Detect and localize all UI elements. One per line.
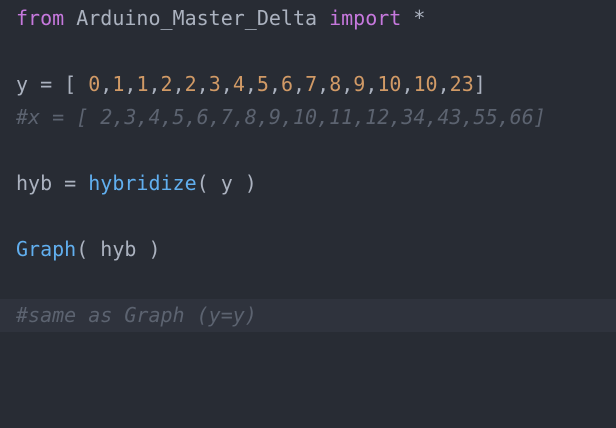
code-token-num: 4 — [232, 72, 245, 96]
code-token-num: 7 — [305, 72, 318, 96]
code-line[interactable]: from Arduino_Master_Delta import * — [0, 2, 616, 35]
code-token-plain: , — [100, 72, 113, 96]
code-token-plain: , — [341, 72, 354, 96]
code-token-plain: , — [220, 72, 233, 96]
code-token-plain: hyb = — [16, 171, 89, 195]
code-token-fn: Graph — [16, 237, 77, 261]
code-token-plain: , — [124, 72, 137, 96]
code-token-num: 2 — [160, 72, 173, 96]
code-token-num: 8 — [329, 72, 342, 96]
code-token-num: 9 — [353, 72, 366, 96]
code-line[interactable]: y = [ 0,1,1,2,2,3,4,5,6,7,8,9,10,10,23] — [0, 68, 616, 101]
code-token-plain: , — [172, 72, 185, 96]
code-token-kw: import — [329, 6, 402, 30]
code-token-num: 10 — [413, 72, 438, 96]
code-line[interactable] — [0, 266, 616, 299]
code-editor[interactable]: from Arduino_Master_Delta import * y = [ … — [0, 0, 616, 428]
code-token-plain: ( hyb ) — [76, 237, 161, 261]
code-token-plain: , — [401, 72, 414, 96]
code-token-num: 10 — [377, 72, 402, 96]
code-token-plain: ( y ) — [196, 171, 257, 195]
code-token-num: 5 — [256, 72, 269, 96]
code-token-plain: y = [ — [16, 72, 89, 96]
code-line[interactable] — [0, 134, 616, 167]
code-token-num: 3 — [208, 72, 221, 96]
code-line[interactable] — [0, 35, 616, 68]
code-token-plain: ] — [473, 72, 486, 96]
code-token-num: 23 — [449, 72, 474, 96]
code-token-num: 1 — [136, 72, 149, 96]
code-line[interactable] — [0, 200, 616, 233]
code-line-active[interactable]: #same as Graph (y=y) — [0, 299, 616, 332]
code-line[interactable]: #x = [ 2,3,4,5,6,7,8,9,10,11,12,34,43,55… — [0, 101, 616, 134]
code-token-plain: , — [293, 72, 306, 96]
code-token-num: 0 — [88, 72, 101, 96]
code-token-plain: , — [244, 72, 257, 96]
code-token-num: 2 — [184, 72, 197, 96]
code-token-fn: hybridize — [88, 171, 197, 195]
code-token-plain: , — [268, 72, 281, 96]
code-token-plain: Arduino_Master_Delta — [64, 6, 330, 30]
code-line[interactable]: hyb = hybridize( y ) — [0, 167, 616, 200]
code-token-plain: , — [196, 72, 209, 96]
code-token-plain: , — [317, 72, 330, 96]
code-token-plain: * — [401, 6, 426, 30]
code-token-comment: #x = [ 2,3,4,5,6,7,8,9,10,11,12,34,43,55… — [16, 105, 546, 129]
code-token-comment: #same as Graph (y=y) — [16, 303, 257, 327]
code-token-plain: , — [437, 72, 450, 96]
code-token-plain: , — [148, 72, 161, 96]
code-line[interactable]: Graph( hyb ) — [0, 233, 616, 266]
code-token-num: 6 — [281, 72, 294, 96]
code-token-kw: from — [16, 6, 65, 30]
code-token-num: 1 — [112, 72, 125, 96]
code-token-plain: , — [365, 72, 378, 96]
